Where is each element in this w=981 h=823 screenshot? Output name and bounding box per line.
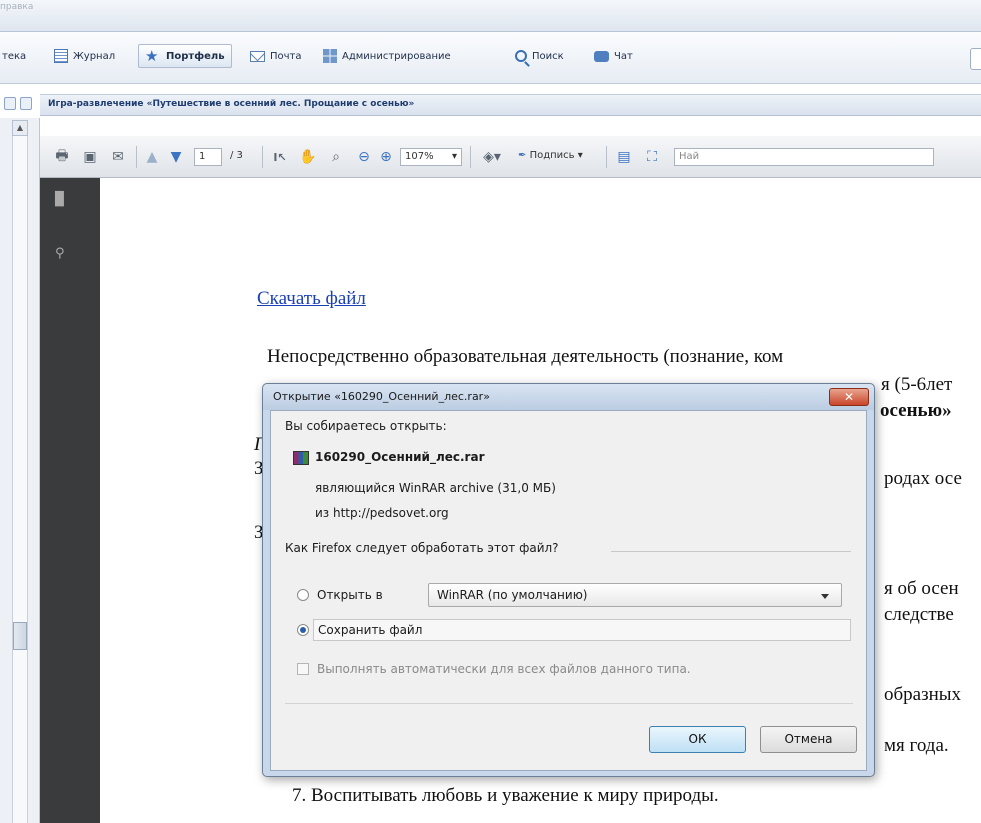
chevron-down-icon: ▾ [451, 151, 457, 162]
scroll-up-icon[interactable]: ▲ [12, 120, 28, 136]
document-line: я (5-6лет [881, 374, 953, 395]
save-file-option[interactable]: Сохранить файл [313, 619, 851, 641]
mail-icon [250, 50, 265, 62]
nav-item-label: Журнал [73, 50, 116, 62]
zoom-value: 107% [405, 151, 434, 162]
auto-action-label: Выполнять автоматически для всех файлов … [317, 662, 691, 676]
journal-icon [54, 49, 68, 63]
sign-label: Подпись [529, 150, 575, 161]
handle-question: Как Firefox следует обработать этот файл… [285, 541, 559, 555]
left-scrollbar[interactable] [12, 120, 28, 823]
nav-item-admin[interactable]: Администрирование [317, 44, 457, 68]
prev-page-icon[interactable]: ▲ [140, 145, 164, 169]
email-icon[interactable]: ✉ [106, 145, 130, 169]
fullscreen-icon[interactable]: ⛶ [640, 145, 664, 169]
main-toolbar: тека Журнал ★ Портфель Почта Администрир… [0, 32, 981, 84]
group-divider [611, 551, 851, 552]
nav-item-label: Почта [270, 50, 302, 62]
open-with-label[interactable]: Открыть в [317, 588, 383, 602]
search-icon [515, 50, 527, 62]
separator [606, 146, 607, 168]
file-type: являющийся WinRAR archive (31,0 МБ) [315, 481, 556, 495]
admin-icon [323, 49, 337, 63]
dialog-intro: Вы собираетесь открыть: [285, 419, 447, 433]
share-icon[interactable]: ◈▾ [476, 145, 508, 169]
save-file-label: Сохранить файл [318, 623, 423, 637]
nav-item-chat[interactable]: Чат [588, 44, 639, 68]
zoom-select[interactable]: 107% ▾ [400, 148, 462, 166]
pages-icon[interactable]: ▉ [55, 192, 69, 208]
nav-item-mail[interactable]: Почта [244, 44, 308, 68]
nav-item-portfolio[interactable]: ★ Портфель [138, 44, 232, 68]
winrar-icon [293, 451, 309, 465]
next-page-icon[interactable]: ▼ [164, 145, 188, 169]
nav-item-library[interactable]: тека [0, 44, 32, 68]
zoom-in-icon[interactable]: ⊕ [374, 145, 398, 169]
zoom-tool-icon[interactable]: ⌕ [324, 145, 348, 169]
document-tab-bar: Игра-развлечение «Путешествие в осенний … [40, 94, 981, 116]
document-line: я об осен [884, 578, 959, 599]
document-line: Непосредственно образовательная деятельн… [267, 346, 784, 367]
document-line: следстве [884, 604, 954, 625]
document-line: осенью» [880, 400, 952, 421]
dialog-body: Вы собираетесь открыть: 160290_Осенний_л… [270, 410, 867, 771]
page-number-input[interactable]: 1 [194, 148, 222, 166]
application-select[interactable]: WinRAR (по умолчанию) [428, 583, 842, 607]
scrollbar-thumb[interactable] [13, 622, 27, 650]
download-link[interactable]: Скачать файл [257, 288, 366, 310]
print-icon[interactable]: 🖶 [50, 145, 74, 169]
breadcrumb: Игра-развлечение «Путешествие в осенний … [48, 99, 415, 109]
save-file-radio[interactable] [297, 624, 309, 636]
open-with-radio[interactable] [297, 589, 309, 601]
document-line: родах осе [884, 468, 962, 489]
pen-icon: ✒ [518, 150, 527, 161]
file-name: 160290_Осенний_лес.rar [315, 450, 485, 464]
document-line: 7. Воспитывать любовь и уважение к миру … [292, 785, 719, 806]
nav-item-label: Поиск [532, 50, 564, 62]
page-total: / 3 [230, 150, 243, 161]
collapse-icon[interactable] [4, 97, 16, 110]
chat-icon [594, 50, 609, 62]
button-divider [285, 703, 853, 704]
pdf-toolbar: 🖶 ▣ ✉ ▲ ▼ 1 / 3 I↖ ✋ ⌕ ⊖ ⊕ 107% ▾ ◈▾ ✒ П… [40, 136, 981, 178]
pdf-side-panel: ▉ ⚲ [40, 178, 100, 823]
chevron-down-icon: ▾ [577, 150, 583, 161]
sign-button[interactable]: ✒ Подпись ▾ [518, 150, 583, 161]
file-source: из http://pedsovet.org [315, 506, 449, 520]
separator [262, 146, 263, 168]
chevron-down-icon [821, 594, 829, 599]
open-file-dialog: Открытие «160290_Осенний_лес.rar» ✕ Вы с… [262, 383, 875, 777]
toolbar-right-button[interactable] [970, 48, 981, 70]
document-line: образных [884, 684, 962, 705]
attachments-icon[interactable]: ⚲ [55, 246, 69, 262]
nav-item-journal[interactable]: Журнал [48, 44, 121, 68]
select-tool-icon[interactable]: I↖ [268, 145, 292, 169]
fit-width-icon[interactable]: ▤ [612, 145, 636, 169]
dialog-title-bar: Открытие «160290_Осенний_лес.rar» ✕ [263, 384, 874, 410]
save-icon[interactable]: ▣ [78, 145, 102, 169]
document-line: мя года. [884, 735, 949, 756]
cancel-button[interactable]: Отмена [760, 726, 857, 753]
nav-item-label: тека [2, 50, 27, 62]
separator [136, 146, 137, 168]
window-title: правка [0, 2, 34, 12]
ok-button[interactable]: ОК [649, 726, 746, 753]
zoom-out-icon[interactable]: ⊖ [352, 145, 376, 169]
auto-action-checkbox[interactable] [297, 663, 309, 675]
dialog-title: Открытие «160290_Осенний_лес.rar» [273, 390, 490, 403]
expand-icon[interactable] [20, 97, 32, 110]
find-input[interactable]: Най [674, 148, 934, 166]
star-icon: ★ [145, 47, 159, 65]
nav-item-label: Портфель [166, 50, 225, 62]
nav-item-label: Администрирование [342, 50, 451, 62]
close-button[interactable]: ✕ [829, 388, 869, 406]
hand-tool-icon[interactable]: ✋ [296, 145, 320, 169]
title-bar: правка [0, 0, 981, 32]
nav-item-search[interactable]: Поиск [509, 44, 570, 68]
separator [470, 146, 471, 168]
nav-item-label: Чат [614, 50, 633, 62]
application-value: WinRAR (по умолчанию) [437, 588, 588, 602]
